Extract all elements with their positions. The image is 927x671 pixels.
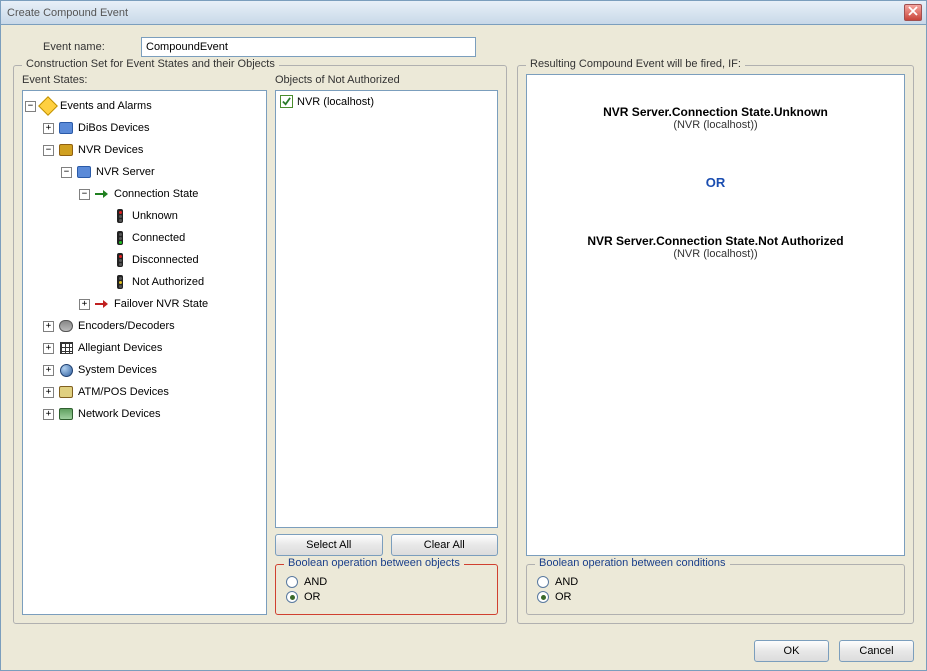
tree-label[interactable]: Not Authorized: [132, 276, 204, 288]
tree-label[interactable]: Connection State: [114, 188, 198, 200]
condition-1: NVR Server.Connection State.Unknown (NVR…: [603, 105, 828, 131]
network-icon: [58, 406, 74, 422]
radio-checked-icon: [286, 591, 298, 603]
event-name-input[interactable]: [141, 37, 476, 57]
radio-icon: [537, 576, 549, 588]
list-item[interactable]: NVR (localhost): [280, 95, 493, 108]
boolean-conditions-fieldset: Boolean operation between conditions AND…: [526, 564, 905, 615]
tree-label[interactable]: Network Devices: [78, 408, 161, 420]
tree-toggle[interactable]: +: [43, 343, 54, 354]
resulting-event-group: Resulting Compound Event will be fired, …: [517, 65, 914, 624]
condition-title: NVR Server.Connection State.Unknown: [603, 105, 828, 119]
checkbox-checked-icon[interactable]: [280, 95, 293, 108]
tree-label[interactable]: ATM/POS Devices: [78, 386, 169, 398]
or-radio-objects[interactable]: OR: [286, 591, 487, 603]
arrow-icon: [94, 296, 110, 312]
event-name-row: Event name:: [13, 37, 914, 57]
tree-toggle[interactable]: +: [43, 321, 54, 332]
close-icon: [908, 6, 918, 19]
objects-section: Objects of Not Authorized NVR (localhost…: [275, 74, 498, 615]
tree-label[interactable]: System Devices: [78, 364, 157, 376]
tree-toggle[interactable]: −: [25, 101, 36, 112]
tree-label[interactable]: Events and Alarms: [60, 100, 152, 112]
boolean-objects-fieldset: Boolean operation between objects AND OR: [275, 564, 498, 615]
server-icon: [76, 164, 92, 180]
server-icon: [58, 142, 74, 158]
tree-toggle[interactable]: −: [43, 145, 54, 156]
tree-label[interactable]: Disconnected: [132, 254, 199, 266]
titlebar[interactable]: Create Compound Event: [1, 1, 926, 25]
ok-button[interactable]: OK: [754, 640, 829, 662]
objects-label: Objects of Not Authorized: [275, 74, 498, 86]
tree-label[interactable]: Allegiant Devices: [78, 342, 162, 354]
radio-label: AND: [555, 576, 578, 588]
dialog-content: Event name: Construction Set for Event S…: [1, 25, 926, 670]
object-item-label: NVR (localhost): [297, 96, 374, 108]
traffic-light-icon: [112, 230, 128, 246]
condition-subtitle: (NVR (localhost)): [603, 119, 828, 131]
event-states-section: Event States: − Events and Alarms + DiBos …: [22, 74, 267, 615]
radio-label: AND: [304, 576, 327, 588]
condition-or: OR: [706, 175, 726, 190]
radio-icon: [286, 576, 298, 588]
tree-toggle[interactable]: +: [43, 387, 54, 398]
and-radio-conditions[interactable]: AND: [537, 576, 894, 588]
resulting-event-title: Resulting Compound Event will be fired, …: [526, 58, 745, 70]
main-area: Construction Set for Event States and th…: [13, 65, 914, 624]
construction-set-group: Construction Set for Event States and th…: [13, 65, 507, 624]
arrow-icon: [94, 186, 110, 202]
radio-checked-icon: [537, 591, 549, 603]
radio-label: OR: [304, 591, 321, 603]
atm-icon: [58, 384, 74, 400]
encoders-icon: [58, 318, 74, 334]
window-title: Create Compound Event: [5, 7, 904, 19]
warning-icon: [40, 98, 56, 114]
tree-label[interactable]: Failover NVR State: [114, 298, 208, 310]
object-buttons: Select All Clear All: [275, 534, 498, 556]
tree-label[interactable]: Encoders/Decoders: [78, 320, 175, 332]
select-all-button[interactable]: Select All: [275, 534, 383, 556]
clear-all-button[interactable]: Clear All: [391, 534, 499, 556]
condition-subtitle: (NVR (localhost)): [587, 248, 843, 260]
tree-toggle[interactable]: +: [43, 365, 54, 376]
tree-label[interactable]: NVR Server: [96, 166, 155, 178]
boolean-conditions-legend: Boolean operation between conditions: [535, 557, 730, 569]
boolean-objects-legend: Boolean operation between objects: [284, 557, 464, 569]
create-compound-event-dialog: Create Compound Event Event name: Constr…: [0, 0, 927, 671]
radio-label: OR: [555, 591, 572, 603]
traffic-light-icon: [112, 252, 128, 268]
objects-list[interactable]: NVR (localhost): [275, 90, 498, 528]
tree-label[interactable]: NVR Devices: [78, 144, 143, 156]
event-name-label: Event name:: [43, 41, 133, 53]
and-radio-objects[interactable]: AND: [286, 576, 487, 588]
tree-toggle[interactable]: +: [43, 123, 54, 134]
event-states-label: Event States:: [22, 74, 267, 86]
event-states-tree[interactable]: −Events and Alarms +DiBos Devices −NVR D…: [22, 90, 267, 615]
tree-label[interactable]: DiBos Devices: [78, 122, 150, 134]
tree-toggle[interactable]: +: [79, 299, 90, 310]
condition-2: NVR Server.Connection State.Not Authoriz…: [587, 234, 843, 260]
tree-toggle[interactable]: −: [61, 167, 72, 178]
tree-label[interactable]: Unknown: [132, 210, 178, 222]
tree-toggle[interactable]: −: [79, 189, 90, 200]
close-button[interactable]: [904, 4, 922, 21]
left-inner: Event States: − Events and Alarms + DiBos …: [22, 74, 498, 615]
construction-set-title: Construction Set for Event States and th…: [22, 58, 279, 70]
globe-icon: [58, 362, 74, 378]
tree-toggle[interactable]: +: [43, 409, 54, 420]
dialog-buttons: OK Cancel: [13, 632, 914, 662]
tree-label[interactable]: Connected: [132, 232, 185, 244]
result-panel: NVR Server.Connection State.Unknown (NVR…: [526, 74, 905, 556]
or-radio-conditions[interactable]: OR: [537, 591, 894, 603]
traffic-light-icon: [112, 208, 128, 224]
server-icon: [58, 120, 74, 136]
condition-title: NVR Server.Connection State.Not Authoriz…: [587, 234, 843, 248]
grid-icon: [58, 340, 74, 356]
cancel-button[interactable]: Cancel: [839, 640, 914, 662]
traffic-light-icon: [112, 274, 128, 290]
